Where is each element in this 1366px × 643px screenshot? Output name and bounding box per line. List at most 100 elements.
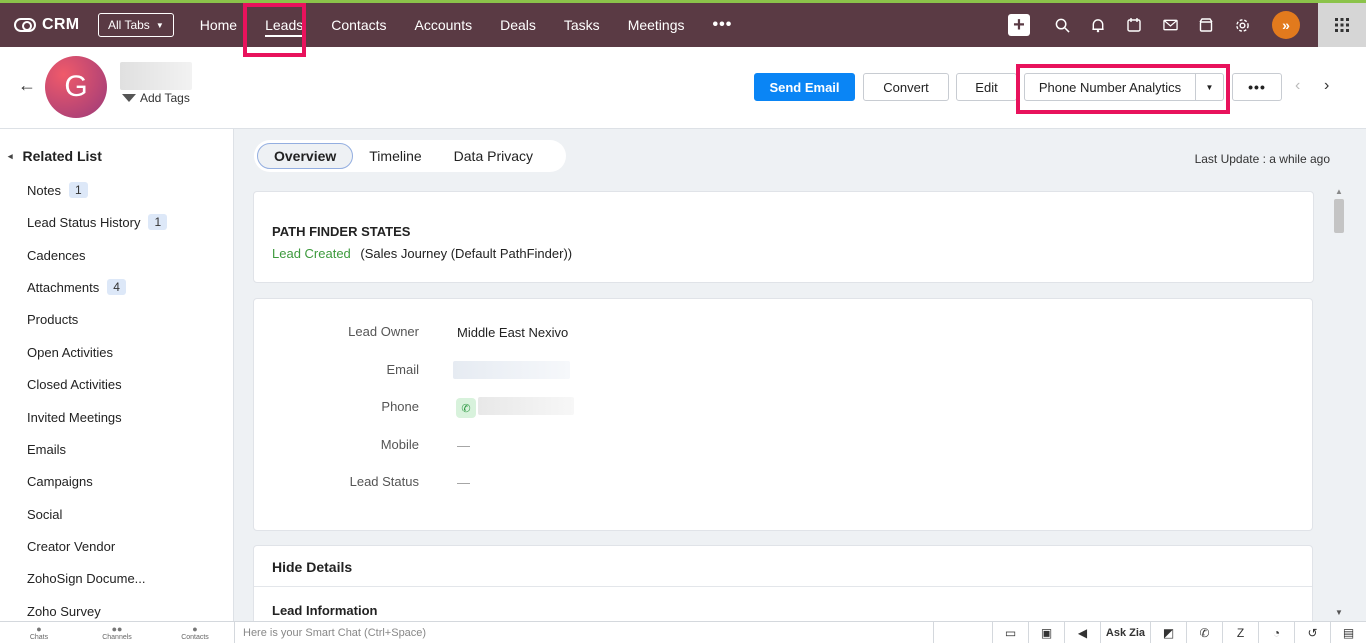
phone-analytics-highlight bbox=[1016, 64, 1230, 114]
related-item-label: Creator Vendor bbox=[27, 539, 116, 554]
lead-status-label: Lead Status bbox=[349, 474, 419, 489]
bottom-bar-tools: ▭ ▣ ◀ Ask Zia ◩ ✆ Z ◔ ↺ ▤ bbox=[992, 622, 1366, 643]
key-fields-card: Lead Owner Middle East Nexivo Email Phon… bbox=[253, 298, 1313, 531]
pathfinder-title: PATH FINDER STATES bbox=[272, 224, 411, 239]
recent-history-icon[interactable]: ↺ bbox=[1294, 622, 1330, 643]
edit-button[interactable]: Edit bbox=[956, 73, 1017, 101]
create-new-button[interactable]: + bbox=[1008, 14, 1030, 36]
marketplace-icon[interactable] bbox=[1188, 18, 1224, 32]
bottom-bar: ● Chats ●● Channels ● Contacts Here is y… bbox=[0, 621, 1366, 643]
lead-information-heading: Lead Information bbox=[272, 603, 378, 618]
phone-label: Phone bbox=[381, 399, 419, 414]
notes-icon[interactable]: ▤ bbox=[1330, 622, 1366, 643]
email-value-redacted[interactable] bbox=[453, 361, 570, 379]
phone-value-redacted[interactable] bbox=[478, 397, 574, 415]
lead-owner-label: Lead Owner bbox=[348, 324, 419, 339]
tab-overview[interactable]: Overview bbox=[257, 143, 354, 169]
search-icon[interactable] bbox=[1044, 18, 1080, 33]
announcement-megaphone-icon[interactable]: ◀ bbox=[1064, 622, 1100, 643]
more-actions-button[interactable]: ••• bbox=[1232, 73, 1282, 101]
related-list-header[interactable]: ◂ Related List bbox=[8, 148, 102, 164]
related-item-social[interactable]: Social bbox=[27, 507, 62, 522]
tab-contacts[interactable]: Contacts bbox=[317, 3, 400, 47]
leads-tab-highlight bbox=[243, 3, 306, 57]
related-item-lead-status-history[interactable]: Lead Status History 1 bbox=[27, 214, 168, 230]
crm-logo[interactable]: CRM bbox=[14, 16, 94, 34]
tab-tasks[interactable]: Tasks bbox=[550, 3, 614, 47]
previous-record-icon[interactable]: ‹ bbox=[1295, 77, 1300, 95]
main-scrollbar[interactable]: ▲ ▼ bbox=[1330, 187, 1348, 621]
related-item-label: Open Activities bbox=[27, 345, 113, 360]
related-item-emails[interactable]: Emails bbox=[27, 442, 66, 457]
scroll-up-arrow-icon[interactable]: ▲ bbox=[1335, 187, 1343, 196]
related-item-notes[interactable]: Notes 1 bbox=[27, 182, 88, 198]
pathfinder-journey: (Sales Journey (Default PathFinder)) bbox=[360, 246, 573, 261]
chevron-down-icon: ▼ bbox=[155, 20, 164, 30]
settings-gear-icon[interactable] bbox=[1224, 18, 1260, 33]
related-item-label: Products bbox=[27, 312, 79, 327]
related-item-cadences[interactable]: Cadences bbox=[27, 248, 86, 263]
related-list-title: Related List bbox=[22, 148, 102, 164]
back-arrow-icon[interactable]: ← bbox=[18, 75, 36, 96]
app-name: CRM bbox=[42, 16, 80, 33]
ask-zia-button[interactable]: Ask Zia bbox=[1100, 622, 1150, 643]
add-tags-button[interactable]: Add Tags bbox=[122, 91, 190, 105]
notification-bell-icon[interactable] bbox=[1080, 18, 1116, 33]
tab-accounts[interactable]: Accounts bbox=[401, 3, 487, 47]
chats-tab[interactable]: ● Chats bbox=[0, 622, 78, 643]
related-item-products[interactable]: Products bbox=[27, 312, 78, 327]
channels-tab[interactable]: ●● Channels bbox=[78, 622, 156, 643]
activity-chart-icon[interactable]: ◩ bbox=[1150, 622, 1186, 643]
pathfinder-state[interactable]: Lead Created bbox=[272, 246, 351, 261]
tab-meetings[interactable]: Meetings bbox=[614, 3, 699, 47]
related-item-closed-activities[interactable]: Closed Activities bbox=[27, 377, 122, 392]
mobile-label: Mobile bbox=[380, 437, 419, 452]
lead-status-value: — bbox=[457, 475, 470, 490]
smart-chat-input[interactable]: Here is your Smart Chat (Ctrl+Space) bbox=[234, 622, 934, 643]
channels-label: Channels bbox=[102, 633, 132, 641]
next-record-icon[interactable]: › bbox=[1324, 77, 1329, 95]
all-tabs-dropdown[interactable]: All Tabs ▼ bbox=[98, 13, 174, 37]
related-item-zoho-survey[interactable]: Zoho Survey bbox=[27, 604, 101, 619]
collapse-sidebar-icon[interactable]: ◂ bbox=[8, 151, 13, 162]
convert-button[interactable]: Convert bbox=[863, 73, 949, 101]
top-navigation-bar: CRM All Tabs ▼ Home Leads Contacts Accou… bbox=[0, 0, 1366, 47]
lead-owner-value[interactable]: Middle East Nexivo bbox=[457, 325, 568, 340]
tab-home[interactable]: Home bbox=[186, 3, 251, 47]
calendar-icon[interactable] bbox=[1116, 18, 1152, 32]
phone-call-icon[interactable]: ✆ bbox=[456, 398, 476, 418]
video-meeting-icon[interactable]: ▣ bbox=[1028, 622, 1064, 643]
tab-timeline[interactable]: Timeline bbox=[353, 143, 437, 169]
nav-right-tools: + » bbox=[1008, 3, 1366, 47]
related-item-label: Lead Status History bbox=[27, 214, 141, 230]
user-avatar[interactable]: » bbox=[1272, 11, 1300, 39]
mobile-value: — bbox=[457, 438, 470, 453]
alarm-clock-icon[interactable]: ◔ bbox=[1258, 622, 1294, 643]
related-item-label: Notes bbox=[27, 182, 61, 198]
related-item-invited-meetings[interactable]: Invited Meetings bbox=[27, 410, 122, 425]
tab-deals[interactable]: Deals bbox=[486, 3, 550, 47]
related-item-campaigns[interactable]: Campaigns bbox=[27, 474, 93, 489]
related-item-label: ZohoSign Docume... bbox=[27, 571, 146, 586]
add-tags-label: Add Tags bbox=[140, 91, 190, 105]
related-item-attachments[interactable]: Attachments 4 bbox=[27, 279, 126, 295]
zia-logo-icon[interactable]: Z bbox=[1222, 622, 1258, 643]
scroll-thumb[interactable] bbox=[1334, 199, 1344, 233]
tab-data-privacy[interactable]: Data Privacy bbox=[438, 143, 549, 169]
contacts-tab[interactable]: ● Contacts bbox=[156, 622, 234, 643]
related-item-label: Cadences bbox=[27, 248, 86, 263]
related-item-zohosign-documents[interactable]: ZohoSign Docume... bbox=[27, 571, 146, 586]
scroll-down-arrow-icon[interactable]: ▼ bbox=[1335, 608, 1343, 617]
related-item-creator-vendor[interactable]: Creator Vendor bbox=[27, 539, 115, 554]
chats-label: Chats bbox=[29, 633, 49, 641]
related-item-open-activities[interactable]: Open Activities bbox=[27, 345, 113, 360]
call-icon[interactable]: ✆ bbox=[1186, 622, 1222, 643]
screen-share-icon[interactable]: ▭ bbox=[992, 622, 1028, 643]
chat-bubble-icon: ● bbox=[36, 623, 42, 634]
more-tabs-button[interactable]: ••• bbox=[699, 3, 747, 47]
all-tabs-label: All Tabs bbox=[108, 18, 150, 32]
hide-details-button[interactable]: Hide Details bbox=[272, 559, 352, 575]
mail-icon[interactable] bbox=[1152, 19, 1188, 31]
send-email-button[interactable]: Send Email bbox=[754, 73, 855, 101]
apps-grid-icon[interactable] bbox=[1318, 3, 1366, 47]
